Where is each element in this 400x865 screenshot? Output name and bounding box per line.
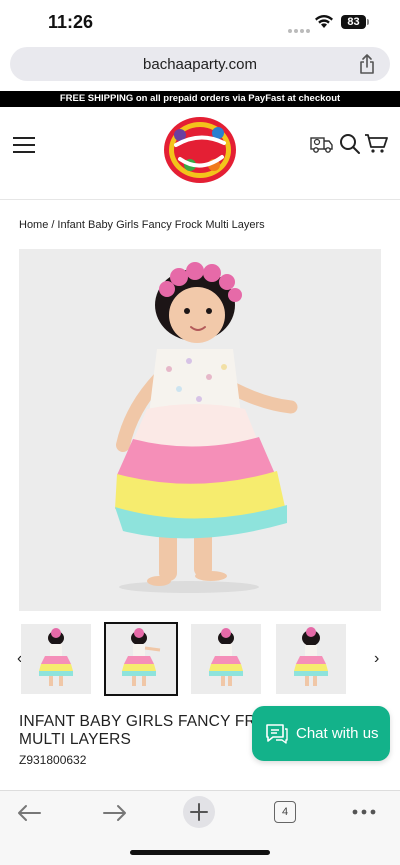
tabs-icon[interactable]: 4 [274, 801, 296, 823]
thumbnail-wave[interactable] [104, 622, 178, 696]
address-bar[interactable]: bachaaparty.com [10, 47, 390, 81]
chat-button[interactable]: Chat with us [252, 706, 390, 761]
home-indicator [130, 850, 270, 855]
signal-dots-icon [288, 20, 312, 38]
status-bar: 11:26 83 [0, 0, 400, 44]
chat-icon [266, 724, 288, 744]
product-main-image[interactable] [19, 249, 381, 611]
menu-icon[interactable] [13, 137, 35, 153]
logo[interactable] [162, 113, 238, 185]
delivery-truck-icon[interactable] [310, 133, 334, 155]
thumbnail-front[interactable] [21, 624, 91, 694]
share-icon[interactable] [358, 53, 376, 75]
site-header [0, 107, 400, 200]
announcement-bar: FREE SHIPPING on all prepaid orders via … [0, 91, 400, 107]
url-text[interactable]: bachaaparty.com [10, 56, 390, 73]
thumbnail-back[interactable] [276, 624, 346, 694]
breadcrumb-separator: / [51, 219, 55, 231]
forward-icon[interactable] [102, 803, 128, 823]
cart-icon[interactable] [364, 133, 388, 155]
chevron-right-icon[interactable]: › [374, 650, 379, 668]
clock: 11:26 [48, 12, 94, 32]
back-icon[interactable] [16, 803, 42, 823]
thumbnail-carousel: ‹ › [0, 622, 400, 696]
new-tab-icon[interactable] [182, 795, 216, 829]
battery-tip [367, 19, 369, 25]
battery-indicator: 83 [341, 15, 366, 29]
breadcrumb-home-link[interactable]: Home [19, 219, 48, 231]
product-sku: Z931800632 [19, 753, 87, 767]
chat-label: Chat with us [296, 725, 379, 742]
breadcrumb: Home / Infant Baby Girls Fancy Frock Multi… [19, 219, 265, 231]
more-icon[interactable] [352, 809, 376, 815]
breadcrumb-current: Infant Baby Girls Fancy Frock Multi Laye… [57, 219, 265, 231]
thumbnail-side[interactable] [191, 624, 261, 694]
baby-dress-illustration [115, 262, 298, 593]
search-icon[interactable] [339, 133, 361, 155]
wifi-icon [315, 15, 333, 28]
